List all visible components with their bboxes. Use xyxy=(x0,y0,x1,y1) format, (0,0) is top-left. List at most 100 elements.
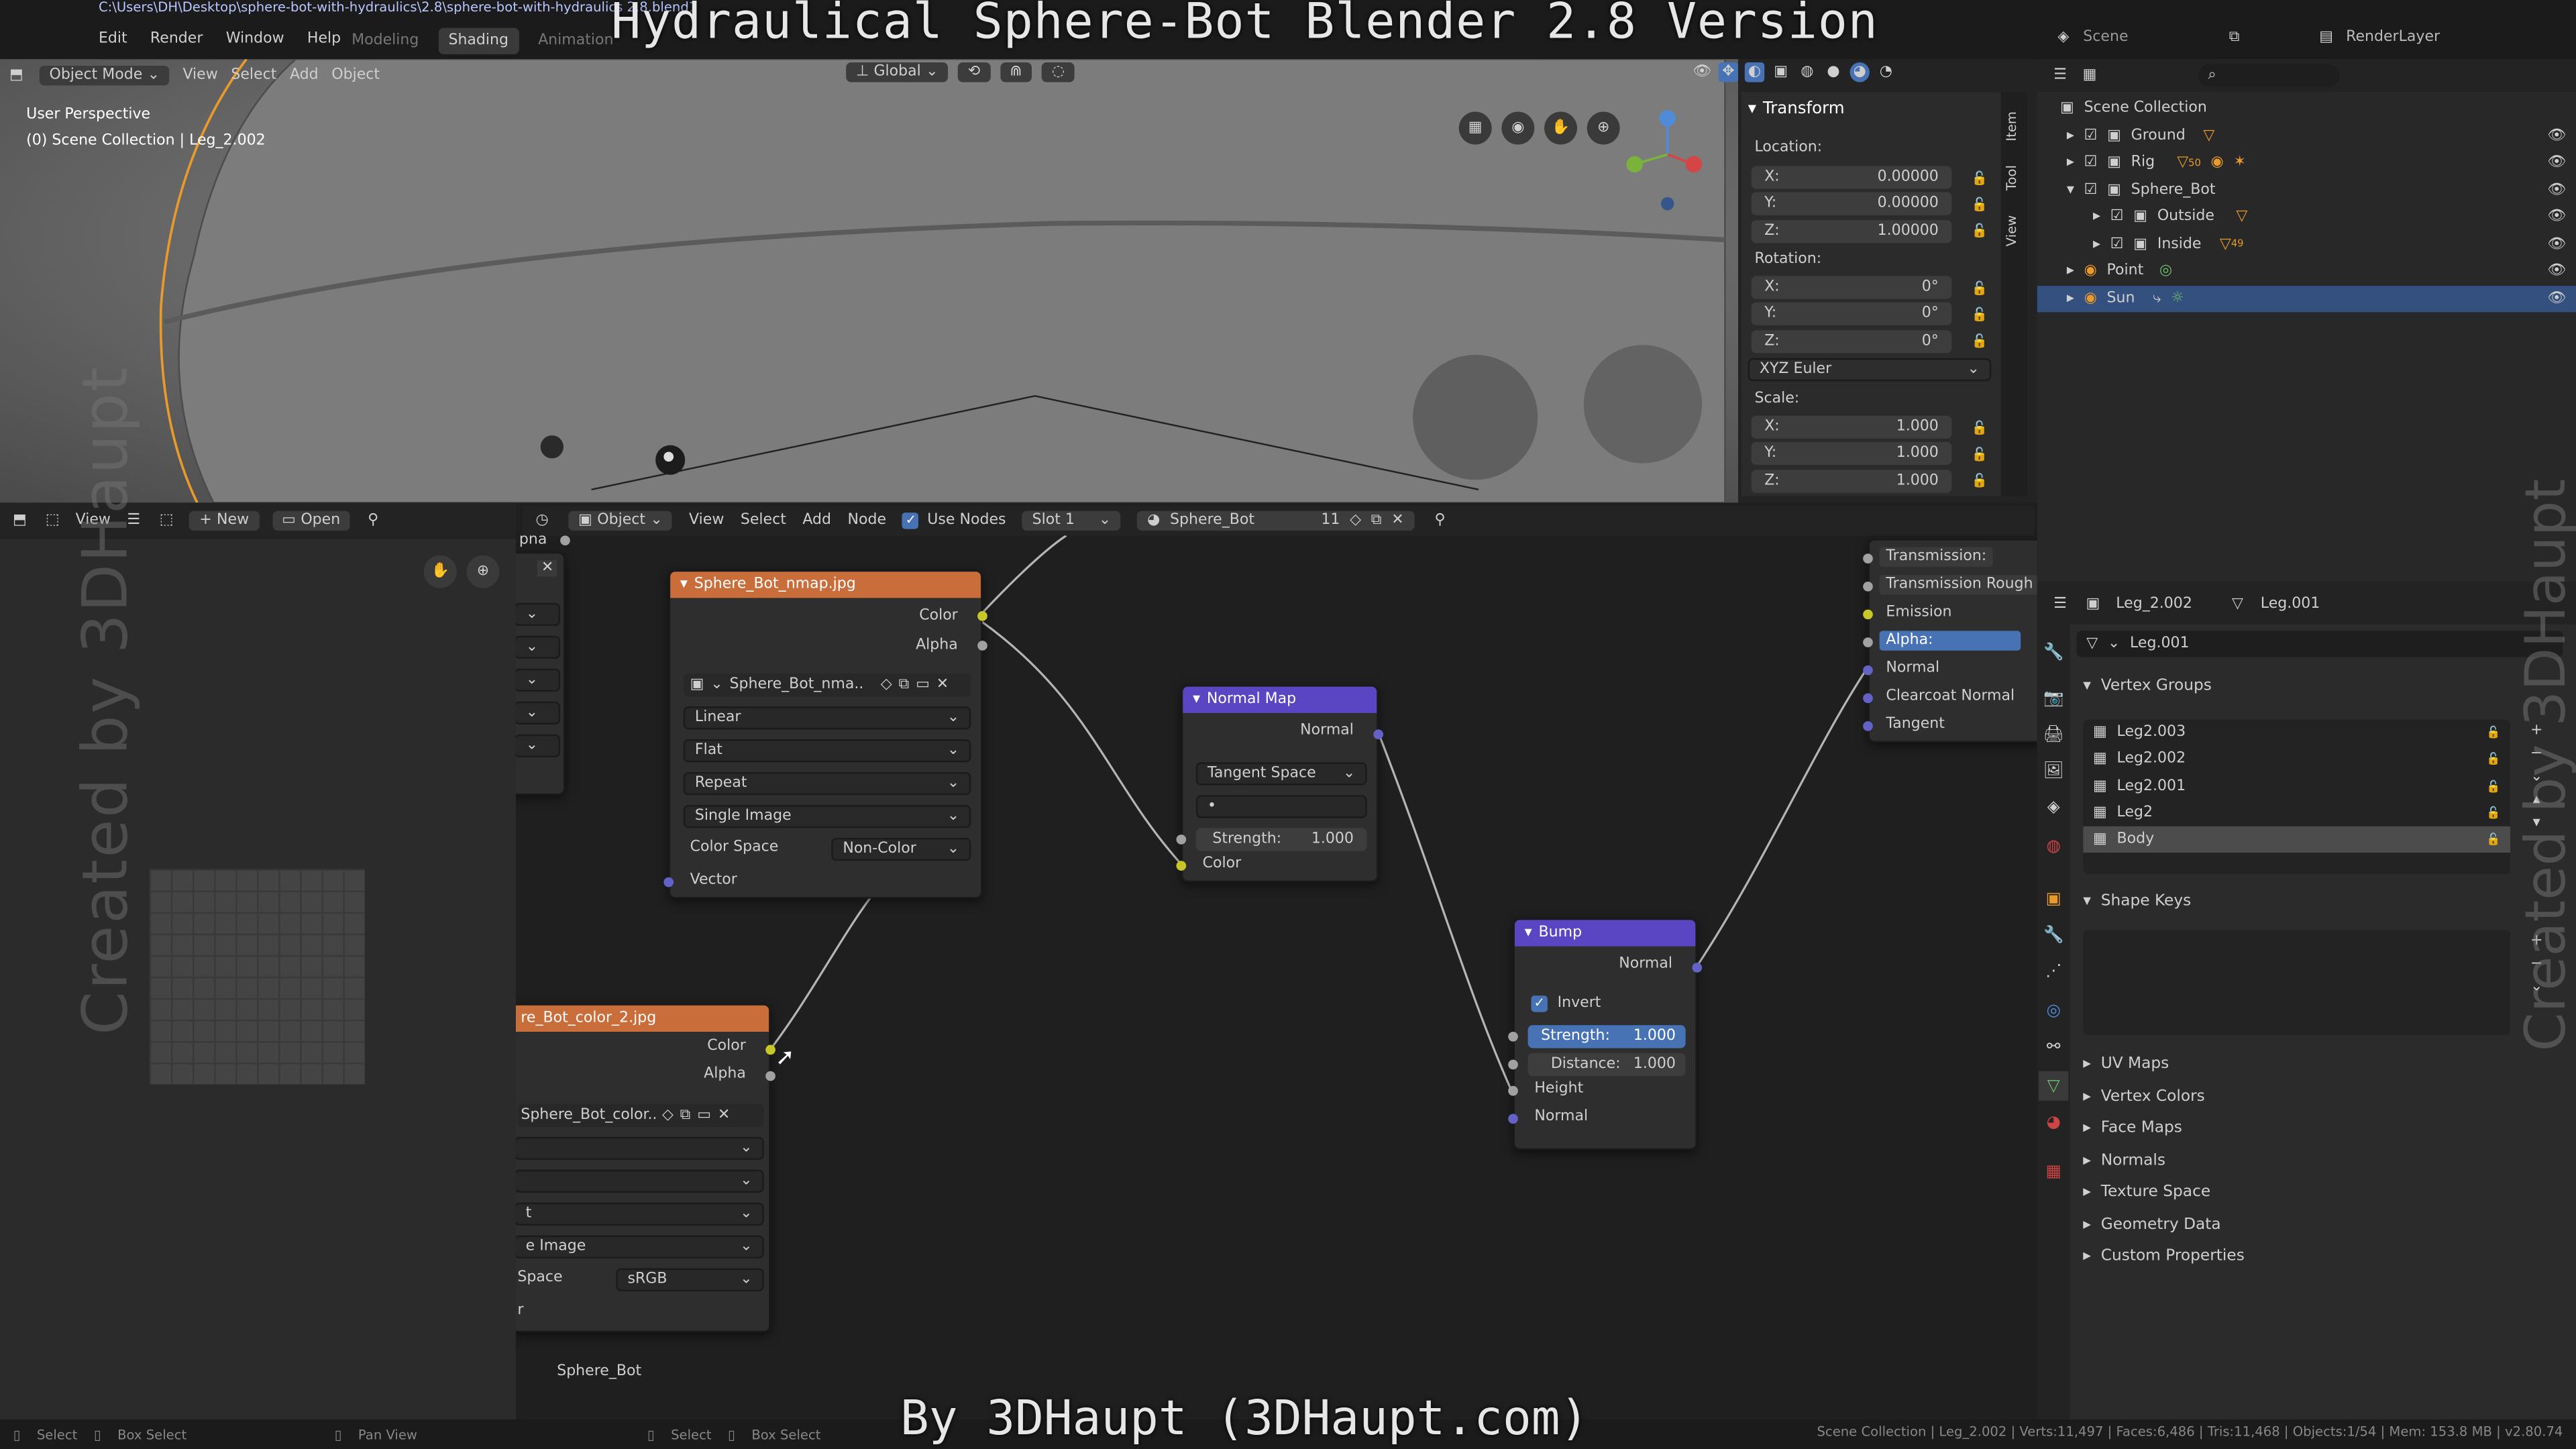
space-dropdown[interactable]: Tangent Space ⌄ xyxy=(1195,762,1367,786)
tab-animation[interactable]: Animation xyxy=(528,28,623,54)
socket-input-strength[interactable] xyxy=(1176,835,1187,845)
editor-type-icon[interactable]: ☰ xyxy=(2050,66,2070,85)
location-field[interactable]: Y: 0.00000 xyxy=(1751,193,1952,216)
visibility-icon[interactable]: 👁 xyxy=(1692,62,1711,82)
outliner-row-sun[interactable]: ▸ ◉ Sun ⤷ ☼ 👁 xyxy=(2037,284,2576,313)
strength-field[interactable]: Strength: 1.000 xyxy=(1195,828,1367,851)
render-tab-icon[interactable]: 📷 xyxy=(2039,684,2068,713)
hand-pan-icon[interactable]: ✋ xyxy=(1544,111,1578,145)
object-mode-dropdown[interactable]: Object Mode ⌄ xyxy=(39,65,170,86)
lock-icon[interactable]: 🔓 xyxy=(2486,753,2500,767)
outliner-row-ground[interactable]: ▸ ☑ ▣ Ground ▽ 👁 xyxy=(2037,122,2576,149)
viewport-3d[interactable]: User Perspective (0) Scene Collection | … xyxy=(0,59,1739,503)
vertex-group-item[interactable]: ▦ Leg2 🔓 xyxy=(2083,800,2510,826)
eye-icon[interactable]: 👁 xyxy=(2547,290,2566,307)
new-image-button[interactable]: + New xyxy=(189,511,259,531)
section-vertex-colors[interactable]: ▸ Vertex Colors xyxy=(2070,1080,2563,1112)
section-custom-properties[interactable]: ▸ Custom Properties xyxy=(2070,1240,2563,1273)
editor-type-icon[interactable]: ⬒ xyxy=(7,66,26,85)
lock-icon[interactable]: 🔓 xyxy=(2486,727,2500,740)
mesh-selector[interactable]: ▽ ⌄ Leg.001 xyxy=(2076,631,2563,657)
scale-field[interactable]: Z: 1.000 xyxy=(1751,469,1952,493)
socket-input-alpha[interactable] xyxy=(1863,637,1873,647)
node-header[interactable]: re_Bot_color_2.jpg xyxy=(515,1005,769,1032)
lock-icon[interactable]: 🔓 xyxy=(1972,224,1988,239)
expand-arrow-icon[interactable]: ▸ xyxy=(2067,155,2074,171)
menu-edit[interactable]: Edit xyxy=(99,32,127,48)
node-header[interactable]: ▾ Sphere_Bot_nmap.jpg xyxy=(670,572,981,598)
output-tab-icon[interactable]: 🖨 xyxy=(2039,720,2068,749)
partial-dropdown-5[interactable]: ⌄ xyxy=(515,734,561,757)
socket-partial-alpha[interactable] xyxy=(560,535,570,546)
render-layer-selector[interactable]: ▤ RenderLayer xyxy=(2316,28,2440,48)
lock-icon[interactable]: 🔓 xyxy=(1972,197,1988,212)
copy-icon[interactable]: ⧉ xyxy=(2224,28,2244,48)
duplicate-icon[interactable]: ⧉ xyxy=(680,1108,691,1124)
node-menu-node[interactable]: Node xyxy=(848,513,887,529)
section-texture-space[interactable]: ▸ Texture Space xyxy=(2070,1176,2563,1208)
proportional-toggle[interactable]: ◌ xyxy=(1042,62,1075,83)
lock-icon[interactable]: 🔓 xyxy=(1972,420,1988,435)
socket-input-distance[interactable] xyxy=(1508,1059,1518,1070)
rotation-field[interactable]: X: 0° xyxy=(1751,276,1952,300)
close-icon[interactable]: ✕ xyxy=(537,560,557,577)
projection-dropdown[interactable]: ⌄ xyxy=(515,1169,764,1193)
lock-icon[interactable]: 🔓 xyxy=(1972,307,1988,322)
rendered-shading-icon[interactable]: ◔ xyxy=(1876,62,1896,82)
world-tab-icon[interactable]: ◍ xyxy=(2039,831,2068,861)
transform-orientation-dropdown[interactable]: ⊥ Global ⌄ xyxy=(846,62,949,83)
socket-input-normal[interactable] xyxy=(1508,1114,1518,1124)
socket-input-transmission[interactable] xyxy=(1863,553,1873,564)
eye-icon[interactable]: 👁 xyxy=(2547,209,2566,225)
extension-dropdown[interactable]: t ⌄ xyxy=(515,1202,764,1226)
socket-output-normal[interactable] xyxy=(1373,729,1384,740)
viewport-menu-object[interactable]: Object xyxy=(331,67,380,83)
physics-tab-icon[interactable]: ◎ xyxy=(2039,996,2068,1025)
node-image-texture-nmap[interactable]: ▾ Sphere_Bot_nmap.jpg Color Alpha ▣ ⌄ Sphe… xyxy=(663,570,987,899)
lock-icon[interactable]: 🔓 xyxy=(2486,807,2500,820)
socket-input-color[interactable] xyxy=(1176,861,1187,871)
interpolation-dropdown[interactable]: ⌄ xyxy=(515,1136,764,1160)
color-space-dropdown[interactable]: Non-Color ⌄ xyxy=(831,837,971,861)
rotation-field[interactable]: Y: 0° xyxy=(1751,303,1952,326)
socket-input-vector[interactable] xyxy=(663,877,674,888)
grid-view-icon[interactable]: ▦ xyxy=(1458,111,1492,145)
image-browse-icon[interactable]: ⬚ xyxy=(157,511,176,531)
snap-toggle[interactable]: ⋒ xyxy=(1000,62,1032,83)
shield-icon[interactable]: ◇ xyxy=(662,1108,674,1124)
lock-icon[interactable]: 🔓 xyxy=(1972,474,1988,488)
distance-field[interactable]: Distance: 1.000 xyxy=(1527,1053,1686,1077)
lock-icon[interactable]: 🔓 xyxy=(1972,170,1988,185)
viewport-menu-add[interactable]: Add xyxy=(290,67,319,83)
socket-input-transmission-roughness[interactable] xyxy=(1863,581,1873,592)
editor-type-icon[interactable]: ⬒ xyxy=(10,511,30,531)
node-bump[interactable]: ▾ Bump Normal ✓ Invert Strength: 1.000 Dis… xyxy=(1508,918,1703,1150)
texture-tab-icon[interactable]: ▦ xyxy=(2039,1157,2068,1186)
expand-arrow-icon[interactable]: ▸ xyxy=(2067,290,2074,307)
checkbox-icon[interactable]: ☑ xyxy=(2110,209,2124,225)
expand-arrow-icon[interactable]: ▸ xyxy=(2093,236,2100,252)
vertex-group-item[interactable]: ▦ Leg2.001 🔓 xyxy=(2083,773,2510,800)
view-mode-icon[interactable]: ⬚ xyxy=(43,511,62,531)
checkbox-icon[interactable]: ☑ xyxy=(2084,155,2098,171)
use-nodes-checkbox[interactable]: ✓ Use Nodes xyxy=(902,513,1006,529)
socket-output-alpha[interactable] xyxy=(977,641,987,651)
strength-field[interactable]: Strength: 1.000 xyxy=(1527,1025,1686,1049)
duplicate-icon[interactable]: ⧉ xyxy=(899,677,910,693)
scene-tab-icon[interactable]: ◈ xyxy=(2039,792,2068,821)
eye-icon[interactable]: 👁 xyxy=(2547,236,2566,252)
socket-input-normal[interactable] xyxy=(1863,665,1873,676)
socket-output-color[interactable] xyxy=(765,1044,775,1055)
transform-panel-header[interactable]: ▾ Transform xyxy=(1741,92,2001,125)
vertex-group-item[interactable]: ▦ Leg2.003 🔓 xyxy=(2083,720,2510,747)
invert-checkbox[interactable]: ✓ Invert xyxy=(1531,996,1601,1012)
vertex-groups-header[interactable]: ▾ Vertex Groups xyxy=(2070,670,2563,702)
view-layer-tab-icon[interactable]: 🖼 xyxy=(2039,756,2068,786)
partial-node-left[interactable]: ✕ ⌄ ⌄ ⌄ ⌄ ⌄ xyxy=(515,551,566,796)
lock-icon[interactable]: 🔓 xyxy=(2486,780,2500,794)
projection-dropdown[interactable]: Flat ⌄ xyxy=(683,739,971,763)
outliner-row-outside[interactable]: ▸ ☑ ▣ Outside ▽ 👁 xyxy=(2037,204,2576,231)
collapse-arrow-icon[interactable]: ▾ xyxy=(2067,182,2074,198)
node-menu-select[interactable]: Select xyxy=(741,513,786,529)
editor-type-icon[interactable]: ☰ xyxy=(2050,595,2070,614)
